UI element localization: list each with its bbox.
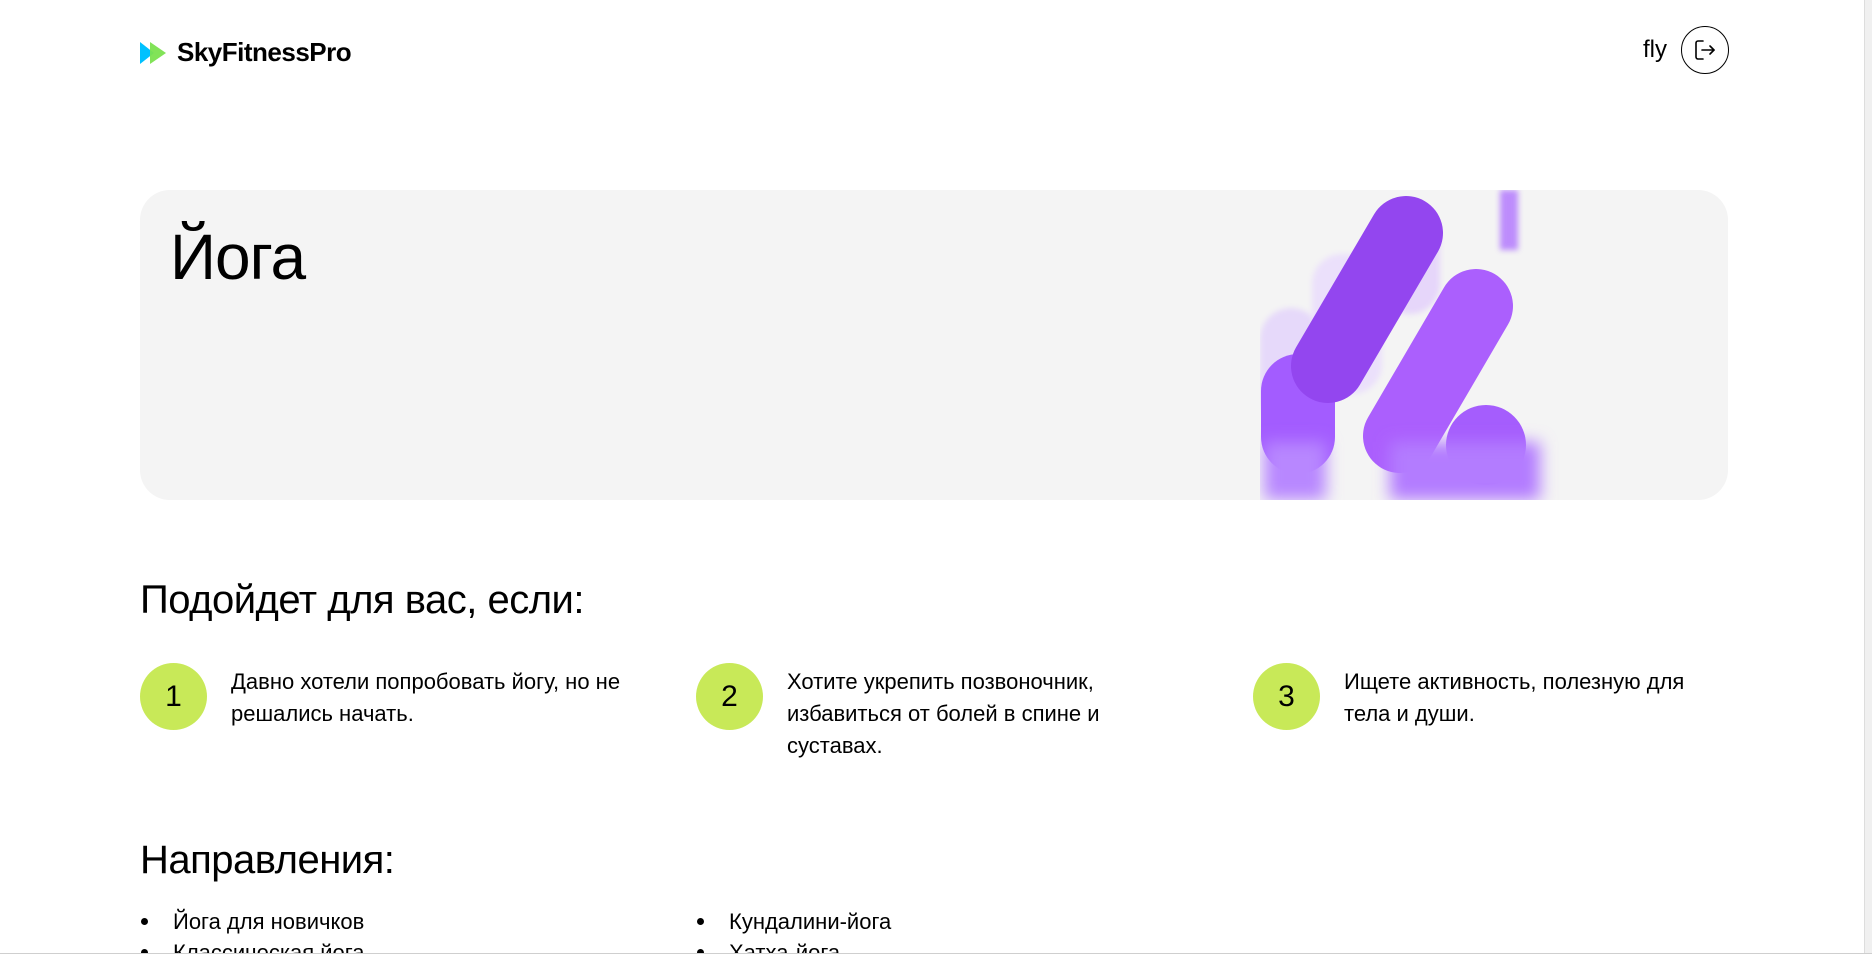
suitability-title: Подойдет для вас, если: bbox=[140, 578, 585, 622]
reason-item: 3 Ищете активность, полезную для тела и … bbox=[1253, 663, 1724, 730]
reason-item: 2 Хотите укрепить позвоночник, избавитьс… bbox=[696, 663, 1167, 762]
page: SkyFitnessPro fly Йога Подойдет для вас,… bbox=[0, 0, 1872, 954]
reason-number: 2 bbox=[696, 663, 763, 730]
reason-text: Ищете активность, полезную для тела и ду… bbox=[1344, 669, 1685, 726]
yoga-illustration bbox=[1260, 190, 1540, 500]
course-hero: Йога bbox=[140, 190, 1728, 500]
logout-icon bbox=[1695, 40, 1715, 60]
reason-number: 1 bbox=[140, 663, 207, 730]
logo[interactable]: SkyFitnessPro bbox=[140, 37, 352, 68]
direction-item: Хатха-йога bbox=[696, 937, 891, 954]
reason-number: 3 bbox=[1253, 663, 1320, 730]
reason-text: Давно хотели попробовать йогу, но не реш… bbox=[231, 669, 621, 726]
reason-item: 1 Давно хотели попробовать йогу, но не р… bbox=[140, 663, 631, 730]
user-menu: fly bbox=[1643, 26, 1729, 74]
course-title: Йога bbox=[170, 221, 306, 293]
direction-item: Кундалини-йога bbox=[696, 906, 891, 937]
reason-text: Хотите укрепить позвоночник, избавиться … bbox=[787, 669, 1100, 758]
scrollbar[interactable] bbox=[1864, 0, 1872, 954]
directions-title: Направления: bbox=[140, 838, 395, 882]
directions-list: Кундалини-йога Хатха-йога bbox=[696, 906, 891, 954]
direction-item: Йога для новичков bbox=[140, 906, 365, 937]
direction-item: Классическая йога bbox=[140, 937, 365, 954]
logo-icon bbox=[140, 41, 166, 64]
logout-button[interactable] bbox=[1681, 26, 1729, 74]
logo-text: SkyFitnessPro bbox=[177, 37, 352, 67]
directions-list: Йога для новичков Классическая йога bbox=[140, 906, 365, 954]
user-name: fly bbox=[1643, 36, 1667, 63]
